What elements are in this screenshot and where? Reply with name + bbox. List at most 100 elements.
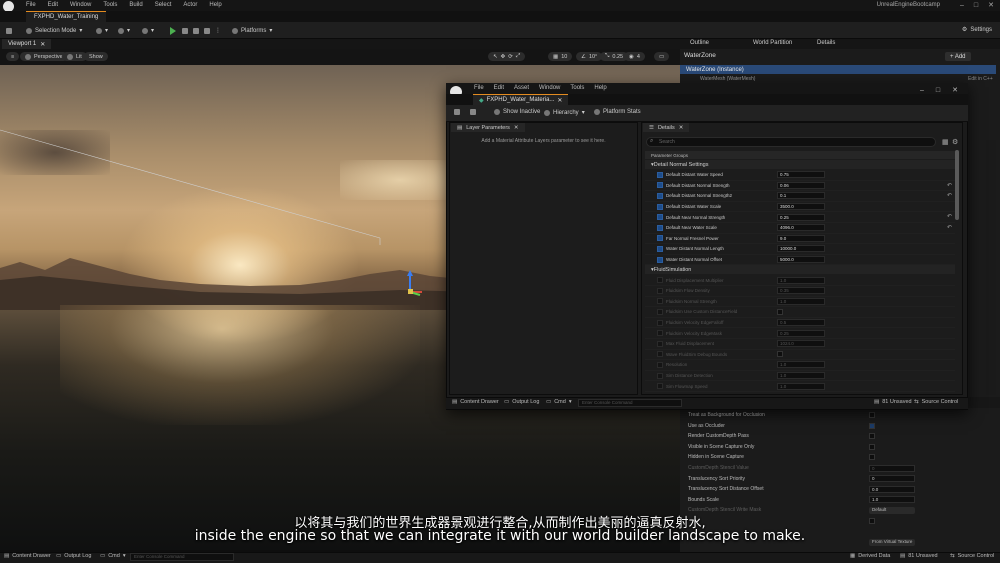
param-group-header[interactable]: ▾ Detail Normal Settings (645, 160, 955, 169)
cinematics-button[interactable]: ▾ (142, 25, 154, 36)
add-component-button[interactable]: + Add (945, 52, 971, 61)
param-value-field[interactable]: 4096.0 (777, 224, 825, 232)
param-value-field[interactable]: 0.1 (777, 192, 825, 200)
close-icon[interactable]: ✕ (679, 125, 684, 131)
save-button[interactable] (6, 25, 12, 36)
property-number-field[interactable]: 0 (869, 464, 915, 472)
blueprint-button[interactable]: ▾ (118, 25, 130, 36)
me-menu-help[interactable]: Help (594, 85, 606, 91)
grid-snap[interactable]: ▦ 10 (548, 52, 573, 61)
edit-in-cpp-link[interactable]: Edit in C++ (968, 76, 993, 82)
param-value-field[interactable]: 1.0 (777, 361, 825, 369)
close-icon[interactable]: ✕ (40, 41, 45, 48)
close-icon[interactable]: ✕ (557, 97, 562, 104)
details-scrollbar-thumb[interactable] (955, 150, 959, 220)
play-button[interactable] (170, 25, 176, 36)
property-number-field[interactable]: 0 (869, 475, 915, 483)
hierarchy-button[interactable]: Hierarchy ▾ (544, 109, 585, 116)
property-checkbox[interactable] (869, 422, 875, 429)
add-actor-button[interactable]: ▾ (96, 25, 108, 36)
eject-button[interactable] (204, 25, 210, 36)
tab-outline[interactable]: Outline (690, 40, 709, 46)
menu-file[interactable]: File (26, 2, 36, 8)
selection-mode-button[interactable]: Selection Mode ▾ (26, 25, 82, 36)
menu-actor[interactable]: Actor (183, 2, 197, 8)
source-control-button[interactable]: ⇆ Source Control (914, 399, 958, 405)
rotation-snap[interactable]: ∠ 10° (576, 52, 603, 61)
viewport-menu-button[interactable]: ≡ (6, 52, 20, 61)
param-value-field[interactable]: 1.0 (777, 372, 825, 380)
unsaved-indicator[interactable]: ▤ 81 Unsaved (900, 553, 938, 559)
save-button[interactable] (454, 109, 460, 115)
me-menu-file[interactable]: File (474, 85, 484, 91)
cmd-dropdown[interactable]: ▭ Cmd ▾ (100, 553, 126, 559)
tab-material[interactable]: ◆ FXPHD_Water_Materia... ✕ (473, 94, 569, 105)
property-checkbox[interactable] (869, 412, 875, 418)
param-value-field[interactable]: 5000.0 (777, 256, 825, 264)
property-checkbox[interactable] (869, 433, 875, 440)
content-drawer-button[interactable]: ▤ Content Drawer (4, 553, 51, 559)
stop-button[interactable] (193, 25, 199, 36)
param-value-field[interactable]: 9.0 (777, 234, 825, 242)
source-control-button[interactable]: ⇆ Source Control (950, 553, 994, 559)
table-view-icon[interactable]: ▦ (942, 138, 949, 146)
property-checkbox[interactable] (869, 454, 875, 461)
camera-speed[interactable]: ◉ 4 (624, 52, 645, 61)
param-value-field[interactable]: 0.25 (777, 213, 825, 221)
param-value-field[interactable]: 3500.0 (777, 203, 825, 211)
maximize-icon[interactable]: □ (974, 2, 978, 9)
menu-help[interactable]: Help (209, 2, 221, 8)
param-value-field[interactable]: 10000.0 (777, 245, 825, 253)
param-group-header[interactable]: ▾ FluidSimulation (645, 265, 955, 275)
watermesh-component-row[interactable]: WaterMesh (WaterMesh) (700, 76, 755, 82)
reset-to-default-icon[interactable]: ↶ (947, 182, 952, 189)
transform-gizmo-icon[interactable] (404, 270, 424, 296)
me-menu-asset[interactable]: Asset (514, 85, 529, 91)
param-value-field[interactable]: 0.25 (777, 329, 825, 337)
minimize-icon[interactable]: – (960, 2, 964, 9)
details-search-input[interactable]: Search (646, 137, 936, 147)
property-checkbox[interactable] (869, 443, 875, 450)
tab-world-partition[interactable]: World Partition (753, 40, 792, 46)
param-value-field[interactable]: 0.35 (777, 287, 825, 295)
platform-stats-button[interactable]: Platform Stats (594, 109, 641, 115)
derived-data-button[interactable]: ▦ Derived Data (850, 553, 890, 559)
unsaved-indicator[interactable]: ▤ 81 Unsaved (874, 399, 912, 405)
property-number-field[interactable]: 0.0 (869, 485, 915, 493)
details-scrollbar[interactable] (986, 140, 996, 395)
param-value-field[interactable]: 1024.0 (777, 340, 825, 348)
param-value-field[interactable]: 0.75 (777, 171, 825, 179)
close-icon[interactable]: ✕ (514, 125, 519, 131)
param-value-field[interactable]: 1.0 (777, 382, 825, 390)
platforms-button[interactable]: Platforms ▾ (232, 25, 272, 36)
output-log-button[interactable]: ▭ Output Log (56, 553, 91, 559)
param-value-field[interactable]: 1.0 (777, 297, 825, 305)
perspective-button[interactable]: Perspective (20, 52, 68, 61)
tab-project[interactable]: FXPHD_Water_Training (26, 11, 107, 22)
me-menu-tools[interactable]: Tools (570, 85, 584, 91)
maximize-viewport-button[interactable]: ▭ (654, 52, 670, 61)
menu-select[interactable]: Select (155, 2, 172, 8)
step-button[interactable] (182, 25, 188, 36)
param-value-checkbox[interactable] (777, 351, 783, 358)
menu-window[interactable]: Window (70, 2, 91, 8)
play-options-button[interactable]: ⋮ (215, 25, 221, 36)
browse-button[interactable] (470, 109, 476, 115)
gear-icon[interactable]: ⚙ (952, 138, 958, 146)
menu-tools[interactable]: Tools (103, 2, 117, 8)
cmd-dropdown[interactable]: ▭ Cmd ▾ (546, 399, 572, 405)
reset-to-default-icon[interactable]: ↶ (947, 224, 952, 231)
param-value-field[interactable]: 1.0 (777, 276, 825, 284)
reset-to-default-icon[interactable]: ↶ (947, 192, 952, 199)
me-menu-edit[interactable]: Edit (494, 85, 504, 91)
tab-layer-parameters[interactable]: ▤ Layer Parameters ✕ (451, 123, 525, 132)
show-button[interactable]: Show (84, 52, 108, 61)
param-value-field[interactable]: 0.06 (777, 181, 825, 189)
reset-to-default-icon[interactable]: ↶ (947, 213, 952, 220)
close-icon[interactable]: ✕ (988, 1, 994, 9)
console-command-input[interactable]: Enter Console Command (130, 553, 234, 561)
tab-details[interactable]: Details (817, 40, 835, 46)
transform-tools[interactable]: ↖ ✥ ⟳ ⤢ (488, 52, 526, 61)
param-value-field[interactable]: 0.5 (777, 319, 825, 327)
maximize-icon[interactable]: □ (936, 87, 940, 94)
